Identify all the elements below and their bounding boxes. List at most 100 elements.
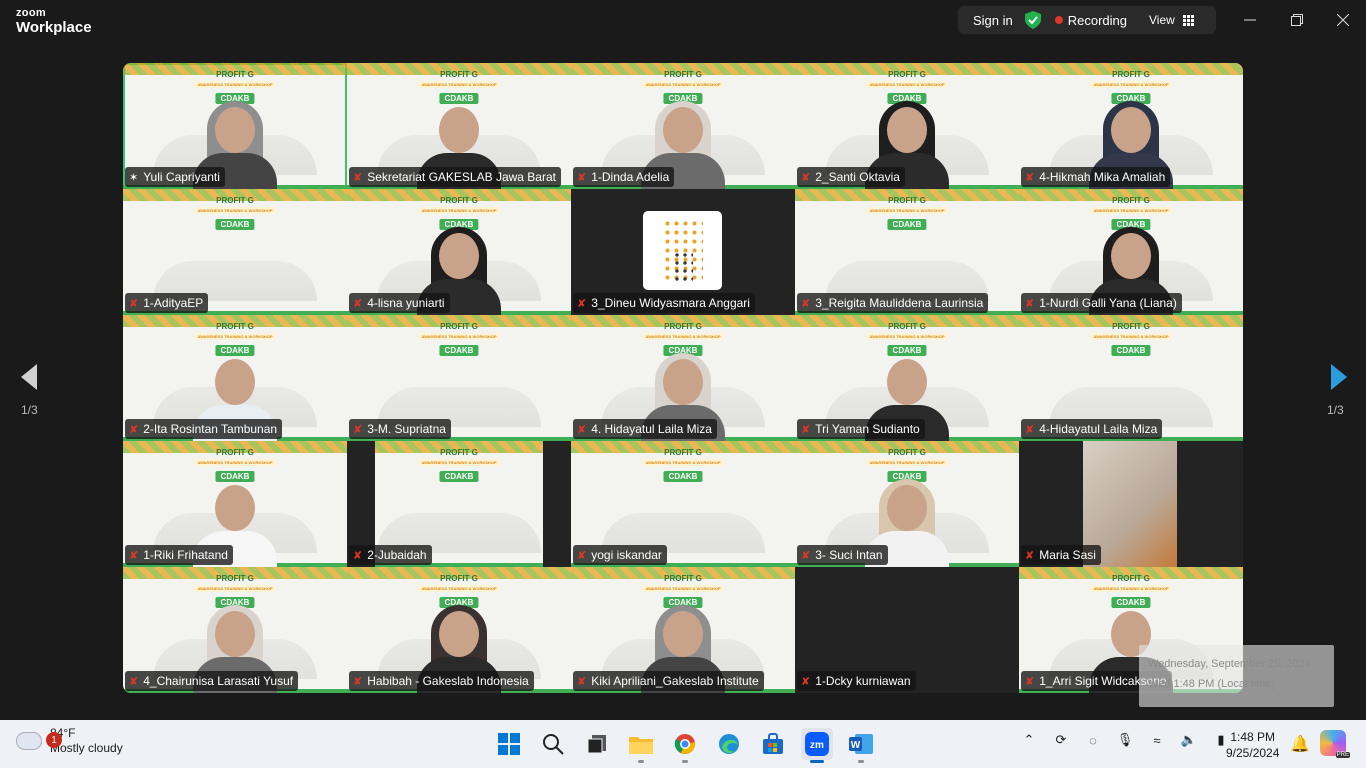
muted-mic-icon: ✘ [801, 297, 811, 310]
restore-button[interactable] [1287, 10, 1307, 30]
participant-tile[interactable]: PROFIT G AWARENESS TRAINING & WORKSHOP CDA… [347, 567, 571, 693]
participant-tile[interactable]: ✘ Maria Sasi [1019, 441, 1243, 567]
weather-widget[interactable]: 1 84°F Mostly cloudy [16, 726, 123, 756]
store-button[interactable] [757, 728, 789, 760]
participant-tile[interactable]: PROFIT G AWARENESS TRAINING & WORKSHOP CDA… [571, 441, 795, 567]
participant-tile[interactable]: ✘ 3_Dineu Widyasmara Anggari [571, 189, 795, 315]
task-view-button[interactable] [581, 728, 613, 760]
recording-indicator[interactable]: Recording [1041, 13, 1127, 28]
tooltip-date: Wednesday, September 25, 2024 [1148, 658, 1311, 670]
page-indicator-right: 1/3 [1327, 403, 1344, 417]
weather-notification-badge: 1 [46, 732, 62, 748]
zoom-app-button[interactable]: zm [801, 728, 833, 763]
participant-tile[interactable]: PROFIT G AWARENESS TRAINING & WORKSHOP CDA… [123, 315, 347, 441]
microphone-icon[interactable]: 🎙 [1114, 732, 1136, 748]
volume-icon[interactable]: 🔈 [1178, 732, 1200, 748]
participant-tile[interactable]: PROFIT G AWARENESS TRAINING & WORKSHOP CDA… [123, 567, 347, 693]
previous-page-button[interactable] [17, 362, 41, 392]
participant-tile[interactable]: PROFIT G AWARENESS TRAINING & WORKSHOP CDA… [795, 63, 1019, 189]
muted-mic-icon: ✘ [129, 297, 139, 310]
participant-name-label: ✘ 3_Reigita Mauliddena Laurinsia [797, 293, 989, 313]
participant-tile[interactable]: PROFIT G AWARENESS TRAINING & WORKSHOP CDA… [571, 315, 795, 441]
participant-tile[interactable]: PROFIT G AWARENESS TRAINING & WORKSHOP CDA… [1019, 189, 1243, 315]
muted-mic-icon: ✘ [129, 423, 139, 436]
file-explorer-button[interactable] [625, 728, 657, 763]
muted-mic-icon: ✘ [353, 549, 363, 562]
camera-off-icon[interactable]: ◌ [1082, 733, 1104, 748]
participant-name-label: ✘ Tri Yaman Sudianto [797, 419, 925, 439]
search-button[interactable] [537, 728, 569, 760]
participant-tile[interactable]: PROFIT G AWARENESS TRAINING & WORKSHOP CDA… [347, 63, 571, 189]
virtual-background-banner: PROFIT G AWARENESS TRAINING & WORKSHOP CDA… [866, 196, 948, 232]
banner-brand: PROFIT G [664, 322, 702, 331]
banner-subtitle: AWARENESS TRAINING & WORKSHOP [642, 585, 724, 592]
participant-name: Sekretariat GAKESLAB Jawa Barat [367, 170, 556, 184]
chevron-up-icon[interactable]: ⌃ [1018, 732, 1040, 748]
participant-tile[interactable]: PROFIT G AWARENESS TRAINING & WORKSHOP CDA… [795, 189, 1019, 315]
banner-brand: PROFIT G [440, 448, 478, 457]
muted-mic-icon: ✘ [129, 675, 139, 688]
close-button[interactable] [1333, 10, 1353, 30]
participant-name: Habibah - Gakeslab Indonesia [367, 674, 529, 688]
banner-subtitle: AWARENESS TRAINING & WORKSHOP [642, 81, 724, 88]
muted-mic-icon: ✘ [577, 549, 587, 562]
sign-in-button[interactable]: Sign in [958, 13, 1025, 28]
participant-avatar-logo [643, 211, 722, 290]
chrome-button[interactable] [669, 728, 701, 763]
wifi-icon[interactable]: ≈ [1146, 733, 1168, 748]
virtual-background-banner: PROFIT G AWARENESS TRAINING & WORKSHOP CDA… [1090, 322, 1172, 358]
banner-subtitle: AWARENESS TRAINING & WORKSHOP [418, 585, 500, 592]
participant-name-label: ✘ Habibah - Gakeslab Indonesia [349, 671, 534, 691]
muted-mic-icon: ✘ [353, 675, 363, 688]
copilot-button[interactable]: PRE [1320, 730, 1350, 758]
security-shield-icon[interactable] [1024, 11, 1041, 29]
participant-tile[interactable]: PROFIT G AWARENESS TRAINING & WORKSHOP CDA… [1019, 315, 1243, 441]
muted-mic-icon: ✘ [353, 297, 363, 310]
copilot-preview-badge: PRE [1335, 752, 1350, 758]
banner-brand: PROFIT G [216, 574, 254, 583]
banner-subtitle: AWARENESS TRAINING & WORKSHOP [866, 459, 948, 466]
muted-mic-icon: ✘ [1025, 675, 1035, 688]
title-bar: zoom Workplace Sign in Recording View [0, 0, 1366, 44]
edge-icon [719, 734, 739, 754]
participant-name-label: ✘ Sekretariat GAKESLAB Jawa Barat [349, 167, 561, 187]
participant-tile[interactable]: ✘ 1-Dcky kurniawan [795, 567, 1019, 693]
close-icon [1337, 14, 1349, 26]
muted-mic-icon: ✘ [1025, 297, 1035, 310]
video-gallery: PROFIT G AWARENESS TRAINING & WORKSHOP CDA… [123, 63, 1243, 693]
minimize-button[interactable] [1240, 10, 1260, 30]
participant-tile[interactable]: PROFIT G AWARENESS TRAINING & WORKSHOP CDA… [571, 63, 795, 189]
participant-name: 4-lisna yuniarti [367, 296, 445, 310]
start-button[interactable] [493, 728, 525, 760]
participant-name: Tri Yaman Sudianto [815, 422, 920, 436]
muted-mic-icon: ✘ [353, 171, 363, 184]
sync-icon[interactable]: ⟳ [1050, 732, 1072, 748]
banner-subtitle: AWARENESS TRAINING & WORKSHOP [418, 81, 500, 88]
next-page-button[interactable] [1327, 362, 1351, 392]
participant-tile[interactable]: PROFIT G AWARENESS TRAINING & WORKSHOP CDA… [123, 441, 347, 567]
banner-brand: PROFIT G [1112, 574, 1150, 583]
banner-brand: PROFIT G [216, 322, 254, 331]
pinned-apps: zm W [493, 728, 877, 763]
taskbar-clock[interactable]: 1:48 PM 9/25/2024 [1226, 729, 1279, 761]
participant-name-label: ✘ 1-Dcky kurniawan [797, 671, 916, 691]
word-button[interactable]: W [845, 728, 877, 763]
banner-cdakb: CDAKB [439, 471, 479, 482]
participant-tile[interactable]: PROFIT G AWARENESS TRAINING & WORKSHOP CDA… [347, 189, 571, 315]
muted-mic-icon: ✘ [801, 675, 811, 688]
participant-tile[interactable]: PROFIT G AWARENESS TRAINING & WORKSHOP CDA… [347, 441, 571, 567]
logo-bottom-text: Workplace [16, 19, 92, 36]
participant-tile[interactable]: PROFIT G AWARENESS TRAINING & WORKSHOP CDA… [571, 567, 795, 693]
participant-tile[interactable]: PROFIT G AWARENESS TRAINING & WORKSHOP CDA… [123, 63, 347, 189]
participant-name: 4-Hidayatul Laila Miza [1039, 422, 1158, 436]
edge-button[interactable] [713, 728, 745, 760]
banner-subtitle: AWARENESS TRAINING & WORKSHOP [418, 207, 500, 214]
view-button[interactable]: View [1127, 13, 1194, 27]
participant-tile[interactable]: PROFIT G AWARENESS TRAINING & WORKSHOP CDA… [1019, 63, 1243, 189]
participant-tile[interactable]: PROFIT G AWARENESS TRAINING & WORKSHOP CDA… [795, 315, 1019, 441]
participant-tile[interactable]: PROFIT G AWARENESS TRAINING & WORKSHOP CDA… [795, 441, 1019, 567]
participant-tile[interactable]: PROFIT G AWARENESS TRAINING & WORKSHOP CDA… [123, 189, 347, 315]
muted-mic-icon: ✘ [801, 423, 811, 436]
notification-bell-icon[interactable]: 🔔 [1290, 734, 1310, 754]
participant-tile[interactable]: PROFIT G AWARENESS TRAINING & WORKSHOP CDA… [347, 315, 571, 441]
